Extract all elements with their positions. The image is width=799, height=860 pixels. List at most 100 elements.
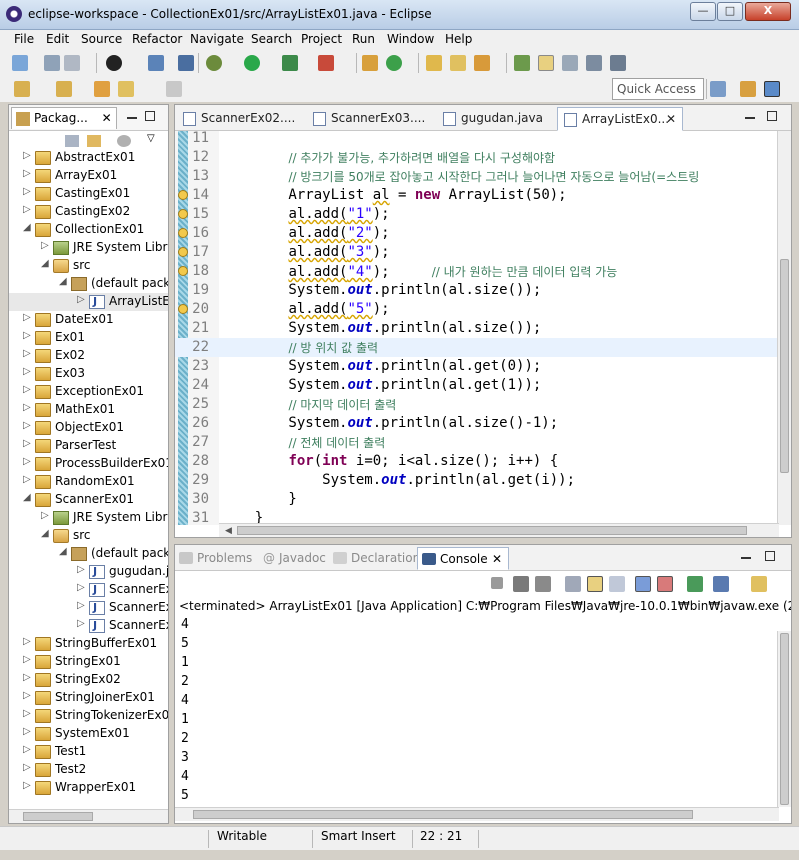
collapsed-arrow-icon[interactable]: ▷ [23, 204, 31, 215]
collapsed-arrow-icon[interactable]: ▷ [77, 600, 85, 611]
tree-item[interactable]: ▷ ScannerEx [9, 599, 168, 617]
maximize-view-icon[interactable] [145, 111, 155, 121]
scroll-lock-icon[interactable] [587, 576, 603, 592]
code-line[interactable]: 11 [175, 129, 791, 148]
remove-all-terminated-icon[interactable] [535, 576, 551, 592]
previous-annotation-icon[interactable] [56, 81, 72, 97]
menu-navigate[interactable]: Navigate [190, 32, 244, 46]
collapsed-arrow-icon[interactable]: ▷ [23, 762, 31, 773]
code-line[interactable]: 17 al.add("3"); [175, 243, 791, 262]
tree-item[interactable]: ▷ ArrayListEx [9, 293, 168, 311]
tree-item[interactable]: ▷ Ex02 [9, 347, 168, 365]
collapsed-arrow-icon[interactable]: ▷ [23, 726, 31, 737]
tab-gugudan[interactable]: gugudan.java [437, 107, 549, 131]
tree-item[interactable]: ▷ RandomEx01 [9, 473, 168, 491]
collapsed-arrow-icon[interactable]: ▷ [23, 312, 31, 323]
code-line[interactable]: 13 // 방크기를 50개로 잡아놓고 시작한다 그러나 늘어나면 자동으로 … [175, 167, 791, 186]
code-line[interactable]: 30 } [175, 490, 791, 509]
collapsed-arrow-icon[interactable]: ▷ [23, 654, 31, 665]
collapsed-arrow-icon[interactable]: ▷ [77, 582, 85, 593]
tree-item[interactable]: ▷ ParserTest [9, 437, 168, 455]
collapsed-arrow-icon[interactable]: ▷ [23, 456, 31, 467]
code-line[interactable]: 25 // 마지막 데이터 출력 [175, 395, 791, 414]
tree-item[interactable]: ▷ ScannerEx [9, 581, 168, 599]
collapsed-arrow-icon[interactable]: ▷ [23, 420, 31, 431]
tab-declaration[interactable]: Declaration [329, 547, 426, 570]
view-menu-icon[interactable]: ▽ [147, 133, 155, 144]
link-editor-icon[interactable] [87, 135, 101, 147]
block-selection-icon[interactable] [562, 55, 578, 71]
minimize-view-icon[interactable] [745, 117, 755, 119]
minimize-view-icon[interactable] [741, 557, 751, 559]
menu-refactor[interactable]: Refactor [132, 32, 182, 46]
package-explorer-tab[interactable]: Packag... ✕ [11, 107, 117, 129]
close-icon[interactable]: ✕ [666, 112, 676, 126]
tree-item[interactable]: ▷ ObjectEx01 [9, 419, 168, 437]
tree-item[interactable]: ▷ Test1 [9, 743, 168, 761]
open-folder-icon[interactable] [450, 55, 466, 71]
menu-project[interactable]: Project [301, 32, 342, 46]
tree-item[interactable]: ▷ JRE System Librar [9, 509, 168, 527]
console-horizontal-scrollbar[interactable] [175, 807, 779, 821]
tree-item[interactable]: ◢ src [9, 527, 168, 545]
show-whitespace-icon[interactable] [586, 55, 602, 71]
tree-item[interactable]: ◢ CollectionEx01 [9, 221, 168, 239]
collapsed-arrow-icon[interactable]: ▷ [23, 474, 31, 485]
menu-run[interactable]: Run [352, 32, 375, 46]
collapsed-arrow-icon[interactable]: ▷ [23, 744, 31, 755]
highlight-icon[interactable] [538, 55, 554, 71]
new-icon[interactable] [12, 55, 28, 71]
code-line[interactable]: 28 for(int i=0; i<al.size(); i++) { [175, 452, 791, 471]
show-stderr-icon[interactable] [657, 576, 673, 592]
open-type-icon[interactable] [426, 55, 442, 71]
tab-problems[interactable]: Problems [175, 547, 258, 570]
close-icon[interactable]: ✕ [492, 552, 502, 566]
toggle-mark-icon[interactable] [514, 55, 530, 71]
console-output[interactable]: 4 5 1 2 4 1 2 3 4 5 [181, 615, 761, 805]
code-line[interactable]: 24 System.out.println(al.get(1)); [175, 376, 791, 395]
tree-item[interactable]: ▷ Test2 [9, 761, 168, 779]
word-wrap-icon[interactable] [609, 576, 625, 592]
code-line[interactable]: 29 System.out.println(al.get(i)); [175, 471, 791, 490]
collapsed-arrow-icon[interactable]: ▷ [41, 240, 49, 251]
collapsed-arrow-icon[interactable]: ▷ [23, 780, 31, 791]
run-icon[interactable] [244, 55, 260, 71]
code-line[interactable]: 14 ArrayList al = new ArrayList(50); [175, 186, 791, 205]
expanded-arrow-icon[interactable]: ◢ [59, 276, 67, 287]
code-line[interactable]: 19 System.out.println(al.size()); [175, 281, 791, 300]
tree-item[interactable]: ▷ ProcessBuilderEx01 [9, 455, 168, 473]
search-icon[interactable] [474, 55, 490, 71]
tree-item[interactable]: ▷ CastingEx02 [9, 203, 168, 221]
new-java-project-icon[interactable] [362, 55, 378, 71]
expanded-arrow-icon[interactable]: ◢ [41, 528, 49, 539]
collapsed-arrow-icon[interactable]: ▷ [23, 636, 31, 647]
forward-icon[interactable] [166, 81, 182, 97]
java-ee-perspective-icon[interactable] [740, 81, 756, 97]
menu-window[interactable]: Window [387, 32, 434, 46]
explorer-horizontal-scrollbar[interactable] [9, 809, 168, 823]
editor-horizontal-scrollbar[interactable]: ◀ [219, 523, 779, 537]
close-icon[interactable]: ✕ [102, 111, 112, 125]
collapsed-arrow-icon[interactable]: ▷ [23, 150, 31, 161]
last-edit-icon[interactable] [94, 81, 110, 97]
debug-icon[interactable] [206, 55, 222, 71]
paragraph-icon[interactable] [610, 55, 626, 71]
code-line[interactable]: 27 // 전체 데이터 출력 [175, 433, 791, 452]
next-annotation-icon[interactable] [14, 81, 30, 97]
collapsed-arrow-icon[interactable]: ▷ [77, 618, 85, 629]
terminal-icon[interactable] [106, 55, 122, 71]
menu-source[interactable]: Source [81, 32, 122, 46]
back-icon[interactable] [118, 81, 134, 97]
menu-edit[interactable]: Edit [46, 32, 69, 46]
code-line[interactable]: 21 System.out.println(al.size()); [175, 319, 791, 338]
collapsed-arrow-icon[interactable]: ▷ [23, 348, 31, 359]
clear-console-icon[interactable] [565, 576, 581, 592]
remove-launch-icon[interactable] [513, 576, 529, 592]
save-all-icon[interactable] [64, 55, 80, 71]
collapsed-arrow-icon[interactable]: ▷ [23, 438, 31, 449]
code-line[interactable]: 12 // 추가가 불가능, 추가하려면 배열을 다시 구성해야함 [175, 148, 791, 167]
tree-item[interactable]: ◢ ScannerEx01 [9, 491, 168, 509]
expanded-arrow-icon[interactable]: ◢ [23, 222, 31, 233]
new-class-icon[interactable] [386, 55, 402, 71]
collapsed-arrow-icon[interactable]: ▷ [41, 510, 49, 521]
